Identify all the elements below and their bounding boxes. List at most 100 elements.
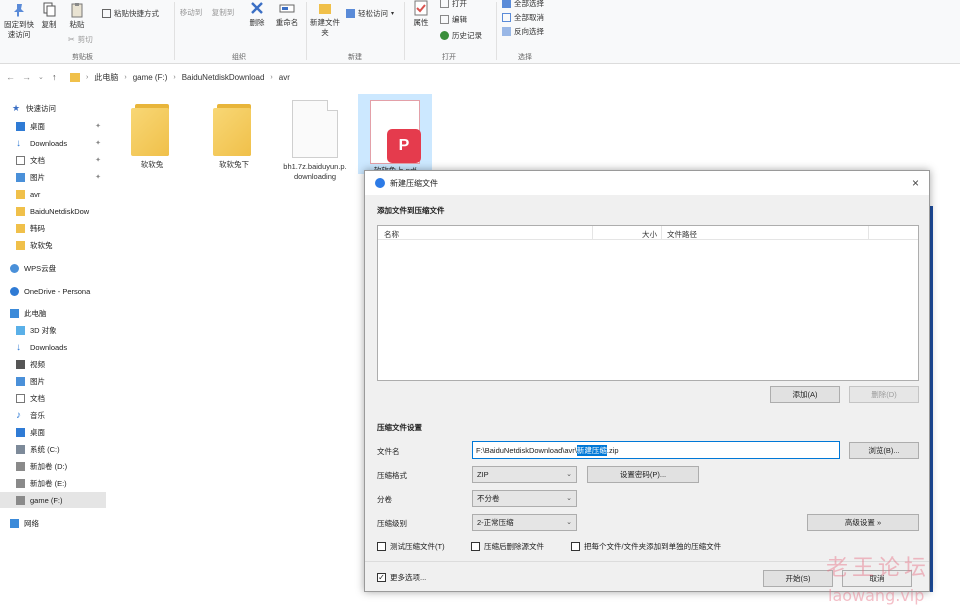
column-divider [661, 226, 662, 240]
cut-label: 剪切 [77, 35, 93, 44]
cut-button[interactable]: ✂ 剪切 [68, 34, 93, 45]
pin-label: 固定到快速访问 [4, 20, 34, 39]
sidebar-item-drive-c[interactable]: 系统 (C:) [0, 441, 106, 457]
level-select[interactable]: 2-正常压缩 ⌄ [472, 514, 577, 531]
open-button[interactable]: 打开 [440, 0, 467, 9]
paste-shortcut-icon [102, 9, 111, 18]
pin-quick-access-button[interactable]: 固定到快速访问 [2, 2, 36, 40]
wps-logo-icon: P [387, 129, 421, 163]
app-logo-icon [375, 178, 385, 188]
split-select[interactable]: 不分卷 ⌄ [472, 490, 577, 507]
sidebar-item-baidu[interactable]: BaiduNetdiskDow [0, 203, 106, 219]
up-arrow-icon[interactable]: ↑ [52, 72, 57, 82]
file-item-downloading[interactable]: bh1.7z.baiduyun.p.downloading [282, 100, 348, 182]
filename-input[interactable]: F:\BaiduNetdiskDownload\avr\ 新建压缩 .zip [472, 441, 840, 459]
properties-button[interactable]: 属性 [408, 0, 434, 28]
crumb-baidu[interactable]: BaiduNetdiskDownload [182, 73, 265, 82]
column-header-name[interactable]: 名称 [384, 229, 399, 240]
test-archive-checkbox[interactable]: 测试压缩文件(T) [377, 541, 445, 552]
add-button[interactable]: 添加(A) [770, 386, 840, 403]
ribbon-divider [496, 2, 497, 60]
sidebar-item-pc-documents[interactable]: 文档 [0, 390, 106, 406]
column-header-path[interactable]: 文件路径 [667, 229, 697, 240]
file-item-selected-pdf[interactable]: P 软软兔上.pdf [358, 94, 432, 175]
sidebar-item-wps-cloud[interactable]: WPS云盘 [0, 260, 106, 276]
sidebar-item-drive-f[interactable]: game (F:) [0, 492, 106, 508]
sidebar-item-music[interactable]: ♪ 音乐 [0, 407, 106, 423]
recent-locations-icon[interactable]: ⌄ [38, 73, 44, 81]
checkbox-box [377, 542, 386, 551]
paste-button[interactable]: 粘贴 [64, 2, 90, 30]
download-arrow-icon: ↓ [16, 137, 21, 149]
sidebar-item-documents[interactable]: 文档 ✦ [0, 152, 106, 168]
file-list-box[interactable]: 名称 大小 文件路径 [377, 225, 919, 381]
sidebar-item-avr[interactable]: avr [0, 186, 106, 202]
filename-selected-text: 新建压缩 [576, 444, 607, 456]
remove-button[interactable]: 删除(D) [849, 386, 919, 403]
forward-arrow-icon[interactable]: → [22, 72, 31, 82]
history-button[interactable]: 历史记录 [440, 30, 482, 41]
more-options-checkbox[interactable]: ✓ 更多选项... [377, 572, 426, 583]
sidebar-item-label: 视频 [30, 359, 45, 369]
breadcrumb[interactable]: › 此电脑 › game (F:) › BaiduNetdiskDownload… [70, 70, 960, 85]
rename-button[interactable]: 重命名 [272, 0, 302, 28]
copy-button[interactable]: 复制 [38, 2, 60, 30]
crumb-this-pc[interactable]: 此电脑 [94, 72, 118, 83]
start-button[interactable]: 开始(S) [763, 570, 833, 587]
sidebar-item-desktop[interactable]: 桌面 ✦ [0, 118, 106, 134]
sidebar-item-3d-objects[interactable]: 3D 对象 [0, 322, 106, 338]
select-none-button[interactable]: 全部取消 [502, 12, 544, 23]
delete-button[interactable]: 删除 [244, 0, 270, 28]
edit-button[interactable]: 编辑 [440, 14, 467, 25]
file-item-folder-ruanruantu[interactable]: 软软兔 [120, 100, 184, 170]
column-divider [592, 226, 593, 240]
sidebar-item-drive-e[interactable]: 新加卷 (E:) [0, 475, 106, 491]
sidebar-item-pc-pictures[interactable]: 图片 [0, 373, 106, 389]
sidebar-item-hanma[interactable]: 韩码 [0, 220, 106, 236]
copy-to-button[interactable]: 复制到 [208, 8, 238, 18]
star-icon: ★ [12, 102, 21, 113]
file-item-folder-ruanruantu-xia[interactable]: 软软兔下 [202, 100, 266, 170]
sidebar-item-ruanruantu[interactable]: 软软兔 [0, 237, 106, 253]
sidebar-item-network[interactable]: 网络 [0, 515, 106, 531]
back-arrow-icon[interactable]: ← [6, 72, 15, 82]
dialog-titlebar[interactable]: 新建压缩文件 [365, 171, 929, 195]
close-icon[interactable]: × [912, 176, 919, 190]
sidebar-item-drive-d[interactable]: 新加卷 (D:) [0, 458, 106, 474]
crumb-avr[interactable]: avr [279, 73, 290, 82]
select-all-icon [502, 0, 511, 8]
picture-icon [16, 172, 25, 182]
sidebar-item-downloads[interactable]: ↓ Downloads ✦ [0, 135, 106, 151]
paste-shortcut-button[interactable]: 粘贴快捷方式 [102, 8, 159, 19]
sidebar-item-pc-desktop[interactable]: 桌面 [0, 424, 106, 440]
sidebar-item-onedrive[interactable]: OneDrive - Persona [0, 283, 106, 299]
format-select[interactable]: ZIP ⌄ [472, 466, 577, 483]
crumb-game-drive[interactable]: game (F:) [133, 73, 168, 82]
each-file-separate-checkbox[interactable]: 把每个文件/文件夹添加到单独的压缩文件 [571, 541, 721, 552]
pin-icon: ✦ [95, 123, 101, 130]
invert-selection-label: 反向选择 [514, 27, 544, 36]
document-icon [16, 155, 25, 165]
sidebar-item-pc-downloads[interactable]: ↓ Downloads [0, 339, 106, 355]
browse-button[interactable]: 浏览(B)... [849, 442, 919, 459]
folder-icon [16, 206, 25, 216]
move-to-button[interactable]: 移动到 [176, 8, 206, 18]
column-header-size[interactable]: 大小 [642, 229, 657, 240]
select-all-button[interactable]: 全部选择 [502, 0, 544, 9]
onedrive-cloud-icon [10, 286, 19, 296]
delete-after-checkbox[interactable]: 压缩后删除源文件 [471, 541, 544, 552]
set-password-button[interactable]: 设置密码(P)... [587, 466, 699, 483]
sidebar-item-this-pc[interactable]: 此电脑 [0, 305, 106, 321]
sidebar-item-videos[interactable]: 视频 [0, 356, 106, 372]
sidebar-item-label: 系统 (C:) [30, 444, 60, 454]
filename-path-text: F:\BaiduNetdiskDownload\avr\ [476, 445, 577, 455]
checkbox-box [571, 542, 580, 551]
format-label: 压缩格式 [377, 471, 407, 480]
easy-access-icon [346, 9, 355, 18]
sidebar-item-pictures[interactable]: 图片 ✦ [0, 169, 106, 185]
new-folder-button[interactable]: 新建文件夹 [308, 0, 342, 38]
advanced-settings-button[interactable]: 高级设置 » [807, 514, 919, 531]
easy-access-button[interactable]: 轻松访问 ▾ [346, 8, 394, 19]
invert-selection-button[interactable]: 反向选择 [502, 26, 544, 37]
sidebar-item-quick-access[interactable]: ★ 快速访问 [0, 100, 106, 116]
